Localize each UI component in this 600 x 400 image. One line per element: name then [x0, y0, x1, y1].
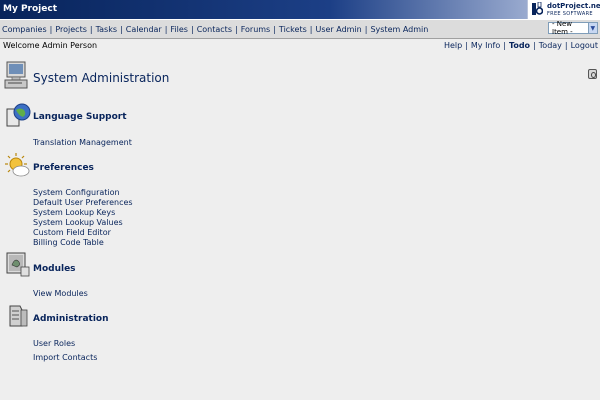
app-title: My Project [3, 4, 57, 14]
nav-projects[interactable]: Projects [55, 25, 87, 34]
computer-icon [4, 61, 28, 89]
page-title: System Administration [33, 71, 170, 85]
link-user-roles[interactable]: User Roles [33, 339, 75, 348]
nav-user-admin[interactable]: User Admin [315, 25, 361, 34]
nav-companies[interactable]: Companies [2, 25, 47, 34]
nav-contacts[interactable]: Contacts [197, 25, 232, 34]
todo-link[interactable]: Todo [509, 41, 530, 50]
dotproject-logo[interactable]: dotProject.net FREE SOFTWARE [527, 0, 600, 19]
section-title-administration: Administration [33, 314, 109, 324]
main-nav: Companies | Projects | Tasks | Calendar | Fi… [0, 19, 600, 39]
link-view-modules[interactable]: View Modules [33, 289, 88, 298]
nav-tasks[interactable]: Tasks [96, 25, 117, 34]
new-item-select[interactable]: - New Item - ▼ [548, 20, 598, 36]
modules-icon [6, 252, 30, 277]
logo-tagline: FREE SOFTWARE [547, 11, 593, 17]
link-billing-code-table[interactable]: Billing Code Table [33, 238, 104, 247]
new-item-selected: - New Item - [552, 20, 573, 36]
today-link[interactable]: Today [539, 41, 562, 50]
link-default-user-preferences[interactable]: Default User Preferences [33, 198, 133, 207]
logout-link[interactable]: Logout [571, 41, 598, 50]
administration-icon [9, 305, 28, 327]
nav-files[interactable]: Files [170, 25, 188, 34]
preferences-icon [5, 153, 30, 177]
link-import-contacts[interactable]: Import Contacts [33, 353, 97, 362]
link-system-lookup-values[interactable]: System Lookup Values [33, 218, 123, 227]
welcome-text: Welcome Admin Person [3, 41, 98, 50]
section-title-language-support: Language Support [33, 112, 127, 122]
my-info-link[interactable]: My Info [471, 41, 500, 50]
logo-icon [532, 2, 543, 15]
nav-tickets[interactable]: Tickets [279, 25, 307, 34]
nav-system-admin[interactable]: System Admin [370, 25, 428, 34]
nav-forums[interactable]: Forums [241, 25, 271, 34]
link-custom-field-editor[interactable]: Custom Field Editor [33, 228, 111, 237]
help-icon[interactable] [588, 69, 597, 79]
section-title-modules: Modules [33, 264, 76, 274]
help-link[interactable]: Help [444, 41, 462, 50]
title-bar: My Project dotProject.net FREE SOFTWARE [0, 0, 600, 19]
logo-name: dotProject.net [547, 2, 600, 10]
language-icon [6, 103, 31, 127]
chevron-down-icon[interactable]: ▼ [587, 23, 597, 33]
link-translation-management[interactable]: Translation Management [33, 138, 132, 147]
link-system-lookup-keys[interactable]: System Lookup Keys [33, 208, 115, 217]
user-links: Help | My Info | Todo | Today | Logout [443, 41, 598, 50]
nav-calendar[interactable]: Calendar [126, 25, 162, 34]
link-system-configuration[interactable]: System Configuration [33, 188, 120, 197]
section-title-preferences: Preferences [33, 163, 94, 173]
